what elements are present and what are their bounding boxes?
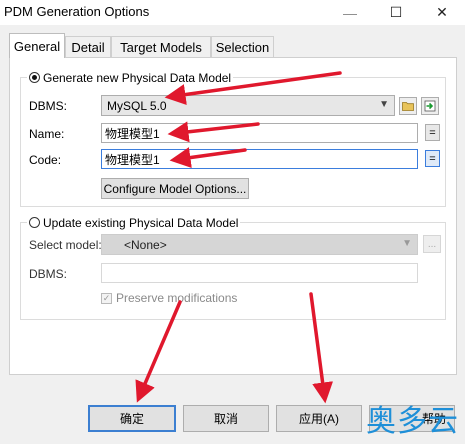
preserve-modifications-checkbox[interactable]: ✓ Preserve modifications	[101, 291, 237, 305]
generate-new-radio[interactable]: Generate new Physical Data Model	[27, 70, 234, 85]
update-dbms-label: DBMS:	[29, 267, 68, 281]
tab-selection[interactable]: Selection	[211, 36, 274, 57]
update-radio-button[interactable]	[29, 217, 40, 228]
checkbox-check-icon: ✓	[101, 292, 112, 304]
name-equals-button[interactable]: =	[425, 124, 440, 141]
cancel-button[interactable]: 取消	[183, 405, 269, 432]
preserve-modifications-label: Preserve modifications	[116, 291, 238, 305]
dbms-select-value: MySQL 5.0	[107, 98, 167, 113]
configure-model-options-button[interactable]: Configure Model Options...	[101, 178, 249, 199]
tab-general[interactable]: General	[9, 33, 65, 58]
green-arrow-icon	[424, 100, 436, 112]
title-bar: PDM Generation Options — ☐ ✕	[0, 0, 465, 25]
generate-radio-button[interactable]	[29, 72, 40, 83]
watermark: 奥多云	[366, 404, 459, 439]
close-icon[interactable]: ✕	[419, 0, 465, 25]
update-radio-label: Update existing Physical Data Model	[43, 215, 239, 230]
chevron-down-icon: ▼	[402, 238, 412, 249]
tab-target-models[interactable]: Target Models	[111, 36, 211, 57]
update-dbms-field[interactable]	[101, 263, 418, 283]
generate-radio-label: Generate new Physical Data Model	[43, 70, 232, 85]
open-folder-button[interactable]	[399, 97, 417, 115]
tab-detail[interactable]: Detail	[65, 36, 111, 57]
dbms-label: DBMS:	[29, 99, 68, 113]
select-model-label: Select model:	[29, 238, 102, 252]
browse-model-button[interactable]: ...	[423, 235, 441, 253]
folder-open-icon	[402, 102, 414, 111]
code-equals-button[interactable]: =	[425, 150, 440, 167]
code-label: Code:	[29, 153, 62, 167]
name-input[interactable]: 物理模型1	[101, 123, 418, 143]
maximize-icon[interactable]: ☐	[373, 0, 419, 25]
dbms-select[interactable]: MySQL 5.0 ▼	[101, 95, 395, 116]
update-existing-radio[interactable]: Update existing Physical Data Model	[27, 215, 241, 230]
select-model-value: <None>	[124, 237, 167, 252]
minimize-icon[interactable]: —	[327, 0, 373, 25]
name-label: Name:	[29, 127, 65, 141]
select-model-dropdown[interactable]: <None> ▼	[101, 234, 418, 255]
code-input[interactable]: 物理模型1	[101, 149, 418, 169]
ok-button[interactable]: 确定	[88, 405, 176, 432]
apply-button[interactable]: 应用(A)	[276, 405, 362, 432]
attach-button[interactable]	[421, 97, 439, 115]
window-title: PDM Generation Options	[4, 4, 150, 19]
chevron-down-icon: ▼	[379, 99, 389, 110]
